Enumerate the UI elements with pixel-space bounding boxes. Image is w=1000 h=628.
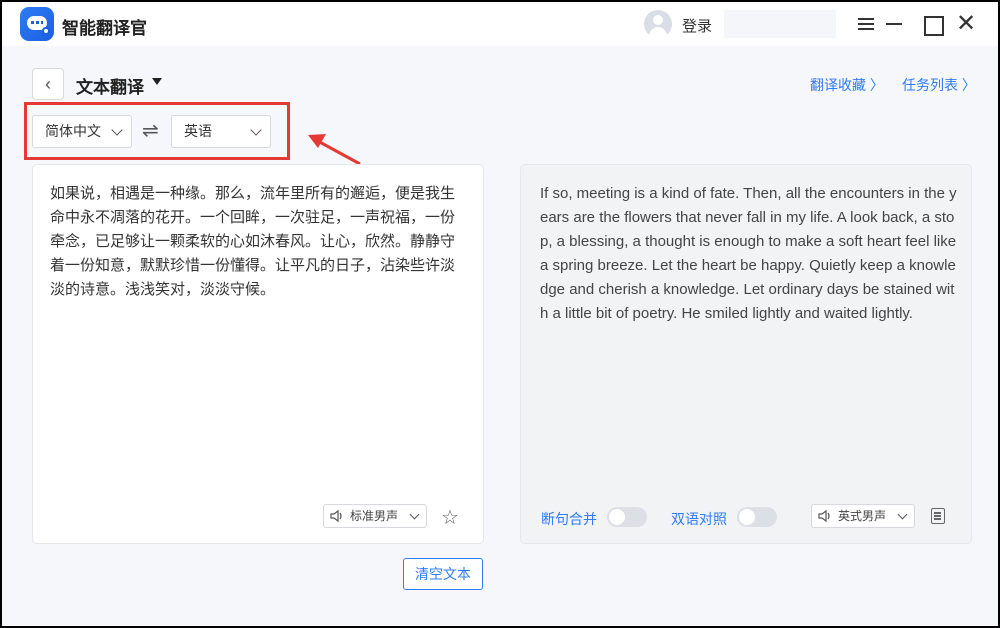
target-voice-value: 英式男声 [838, 509, 887, 523]
merge-sentences-label: 断句合并 [541, 511, 597, 527]
bilingual-toggle[interactable] [737, 507, 777, 527]
red-arrow-icon [308, 134, 361, 166]
close-button[interactable]: ✕ [954, 12, 978, 36]
speaker-icon [818, 509, 830, 523]
app-logo-icon [20, 7, 54, 41]
copy-icon[interactable] [931, 508, 945, 524]
star-icon[interactable]: ☆ [441, 505, 459, 530]
target-language-value: 英语 [184, 123, 212, 139]
clear-text-button[interactable]: 清空文本 [403, 558, 483, 590]
source-language-select[interactable]: 简体中文 [32, 115, 132, 148]
menu-icon[interactable] [854, 12, 878, 36]
speaker-icon [330, 509, 342, 523]
title-bar: 智能翻译官 登录 ✕ [2, 2, 998, 46]
target-panel: If so, meeting is a kind of fate. Then, … [520, 164, 972, 544]
app-name: 智能翻译官 [62, 19, 147, 38]
caret-down-icon[interactable] [152, 78, 162, 85]
username-placeholder [724, 10, 836, 38]
source-text-input[interactable]: 如果说，相遇是一种缘。那么，流年里所有的邂逅，便是我生命中永不凋落的花开。一个回… [50, 182, 465, 302]
chevron-down-icon [111, 124, 123, 136]
source-panel: 如果说，相遇是一种缘。那么，流年里所有的邂逅，便是我生命中永不凋落的花开。一个回… [32, 164, 484, 544]
minimize-button[interactable] [882, 12, 906, 36]
maximize-button[interactable] [920, 12, 944, 36]
merge-sentences-toggle[interactable] [607, 507, 647, 527]
target-language-select[interactable]: 英语 [171, 115, 271, 148]
page-title[interactable]: 文本翻译 [76, 73, 144, 98]
login-link[interactable]: 登录 [682, 15, 712, 36]
avatar[interactable] [644, 10, 672, 38]
target-voice-select[interactable]: 英式男声 [811, 504, 915, 528]
chevron-down-icon [897, 509, 908, 520]
chevron-down-icon [250, 124, 262, 136]
source-voice-value: 标准男声 [350, 509, 399, 523]
back-button[interactable]: ‹ [32, 68, 64, 100]
task-list-link[interactable]: 任务列表 〉 [902, 75, 976, 95]
favorites-link[interactable]: 翻译收藏 〉 [810, 75, 884, 95]
bilingual-label: 双语对照 [671, 511, 727, 527]
app-window: 智能翻译官 登录 ✕ ‹ 文本翻译 翻译收藏 〉 任务列表 〉 简体中文 ⇌ 英… [0, 0, 1000, 628]
swap-languages-icon[interactable]: ⇌ [142, 118, 159, 143]
translation-text: If so, meeting is a kind of fate. Then, … [540, 185, 961, 322]
chevron-down-icon [409, 509, 420, 520]
source-language-value: 简体中文 [45, 123, 101, 139]
source-voice-select[interactable]: 标准男声 [323, 504, 427, 528]
chevron-left-icon: ‹ [45, 74, 51, 94]
